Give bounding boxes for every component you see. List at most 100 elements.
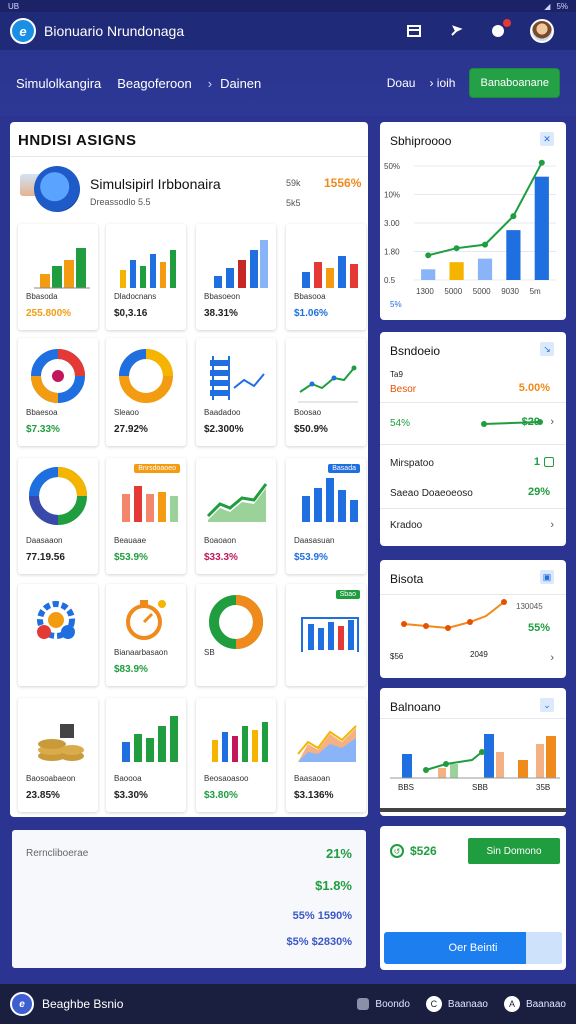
sparkline [481,419,543,427]
filter-icon[interactable]: ⌄ [540,698,554,712]
metric-tile[interactable]: Baadadoo $2.300% [196,338,276,446]
tile-chart-icon [119,349,173,403]
tile-value: $83.9% [114,664,148,675]
metric-tile[interactable]: Sbao [286,584,366,686]
bottom-item-3[interactable]: A Baanaao [503,996,566,1012]
bottom-item-1[interactable]: Boondo [357,998,410,1010]
app-header: e Bionuario Nrundonaga [0,12,576,50]
tile-chart-icon [37,601,75,639]
trend-line [427,162,543,257]
metric-tile[interactable]: Bbasoda 255.800% [18,224,98,330]
y-tick-label: 3.00 [384,219,400,228]
breadcrumb-item-2[interactable]: Beagoferoon [117,76,191,91]
scroll-track[interactable] [380,808,566,812]
confirm-button[interactable]: Sin Domono [468,838,560,864]
tile-chart-icon [209,595,264,649]
stat-row-3-label: 54% [390,418,411,429]
side-card-chart: Sbhiproooo ✕ 50% 10% 3.00 1.80 0.5 1300 5000 50… [380,122,566,320]
trend-point [482,241,488,248]
chevron-right-icon[interactable]: › [550,416,554,428]
tile-chart-icon [34,248,90,289]
action-value: $526 [410,844,437,858]
submit-button[interactable]: Oer Beinti [384,932,562,964]
wifi-icon: ◢ [544,1,551,11]
breadcrumb-item-3[interactable]: Dainen [220,76,261,91]
trend-foot-1: $56 [390,652,404,661]
panel-title: HNDISI ASIGNS [18,132,137,149]
tile-label: Daasasuan [294,536,335,545]
pin-icon[interactable] [446,21,466,41]
y-tick-label: 50% [384,162,400,171]
metric-tile[interactable]: Baoooa $3.30% [106,698,186,812]
stat-row-5-label: Saeao Doaeoeoso [390,488,473,499]
tile-value: 255.800% [26,308,72,319]
chevron-right-icon[interactable]: › [550,519,554,531]
primary-action-button[interactable]: Banaboanane [469,68,560,98]
metric-tile[interactable]: Sleaoo 27.92% [106,338,186,446]
metric-tile[interactable]: Boaoaon $33.3% [196,458,276,574]
settings-icon[interactable]: ▣ [540,570,554,584]
metric-tile[interactable]: Boosao $50.9% [286,338,366,446]
tile-chart-icon [31,349,85,403]
submit-button-label: Oer Beinti [448,942,498,954]
summary-value-4: $5% $2830% [286,936,352,948]
notification-icon[interactable] [488,19,511,41]
trend-point [510,213,517,220]
tile-chart-icon [122,716,178,762]
square-icon [357,998,370,1010]
metric-tile[interactable]: Beauaae $53.9% Bnrsdoaoeo [106,458,186,574]
expand-icon[interactable]: ✕ [540,132,554,146]
chevron-right-icon: › [207,75,213,91]
tile-chart-icon [206,483,268,522]
refresh-icon: C [425,996,442,1012]
tile-chart-icon [122,486,178,522]
bar-mark [534,176,549,280]
x-tick-label: 5m [530,287,541,296]
bottom-item-2-label: Baanaao [447,998,488,1010]
summary-panel: Rerncliboerae 21% $1.8% 55% 1590% $5% $2… [12,830,366,968]
tile-value: 23.85% [26,790,60,801]
metric-tile[interactable]: Bbaesoa $7.33% [18,338,98,446]
tile-value: 38.31% [204,308,238,319]
user-avatar[interactable] [530,19,554,43]
tile-value: $33.3% [204,552,238,563]
metric-tile[interactable]: Daasasuan $53.9% Basada [286,458,366,574]
globe-icon [34,166,80,212]
tile-chart-icon [298,365,358,403]
metric-tile[interactable]: Bbasooa $1.06% [286,224,366,330]
trend-point [453,245,460,252]
nav-link-1[interactable]: Doau [387,76,416,90]
info-icon[interactable] [544,457,554,467]
metric-tile[interactable]: Baosoabaeon 23.85% [18,698,98,812]
hero-name: Simulsipirl Irbbonaira [90,176,221,192]
breadcrumb-item-1[interactable]: Simulolkangira [16,76,101,91]
expand-icon[interactable]: ↘ [540,342,554,356]
tile-value: $3.30% [114,790,148,801]
nav-link-2[interactable]: › ioih [429,76,455,90]
app-logo-icon[interactable]: e [10,18,36,44]
tile-label: Dladocnans [114,292,157,301]
metric-tile[interactable]: Dladocnans $0,3.16 [106,224,186,330]
metric-tile[interactable]: Bianaarbasaon $83.9% [106,584,186,686]
metric-tile[interactable]: Daasaaon 77.19.56 [18,458,98,574]
summary-value-1: 21% [325,846,352,861]
metric-tile[interactable] [18,584,98,686]
bottom-bar: e Beaghbe Bsnio Boondo C Baanaao A Baana… [0,984,576,1024]
summary-value-3: 55% 1590% [292,910,352,922]
metric-tile[interactable]: Baasaoan $3.136% [286,698,366,812]
metric-tile[interactable]: SB [196,584,276,686]
tile-value: 27.92% [114,424,148,435]
window-icon[interactable] [404,21,424,41]
tile-value: $1.06% [294,308,328,319]
metric-tile[interactable]: Bbasoeon 38.31% [196,224,276,330]
side-card-trend: Bisota ▣ 130045 55% $56 2049 › [380,560,566,678]
bottom-logo-icon[interactable]: e [10,992,34,1016]
bottom-item-2[interactable]: C Baanaao [425,996,488,1012]
tile-value: 77.19.56 [26,552,65,563]
side-card-stats: Bsndoeio ↘ Ta9 Besor 5.00% 54% $29 › Mir… [380,332,566,546]
bar-mark [449,262,464,280]
status-bar: UB ◢ 5% [0,0,576,12]
chevron-right-icon[interactable]: › [550,652,554,664]
clock-icon: ↺ [390,844,404,858]
metric-tile[interactable]: Beosaoasoo $3.80% [196,698,276,812]
